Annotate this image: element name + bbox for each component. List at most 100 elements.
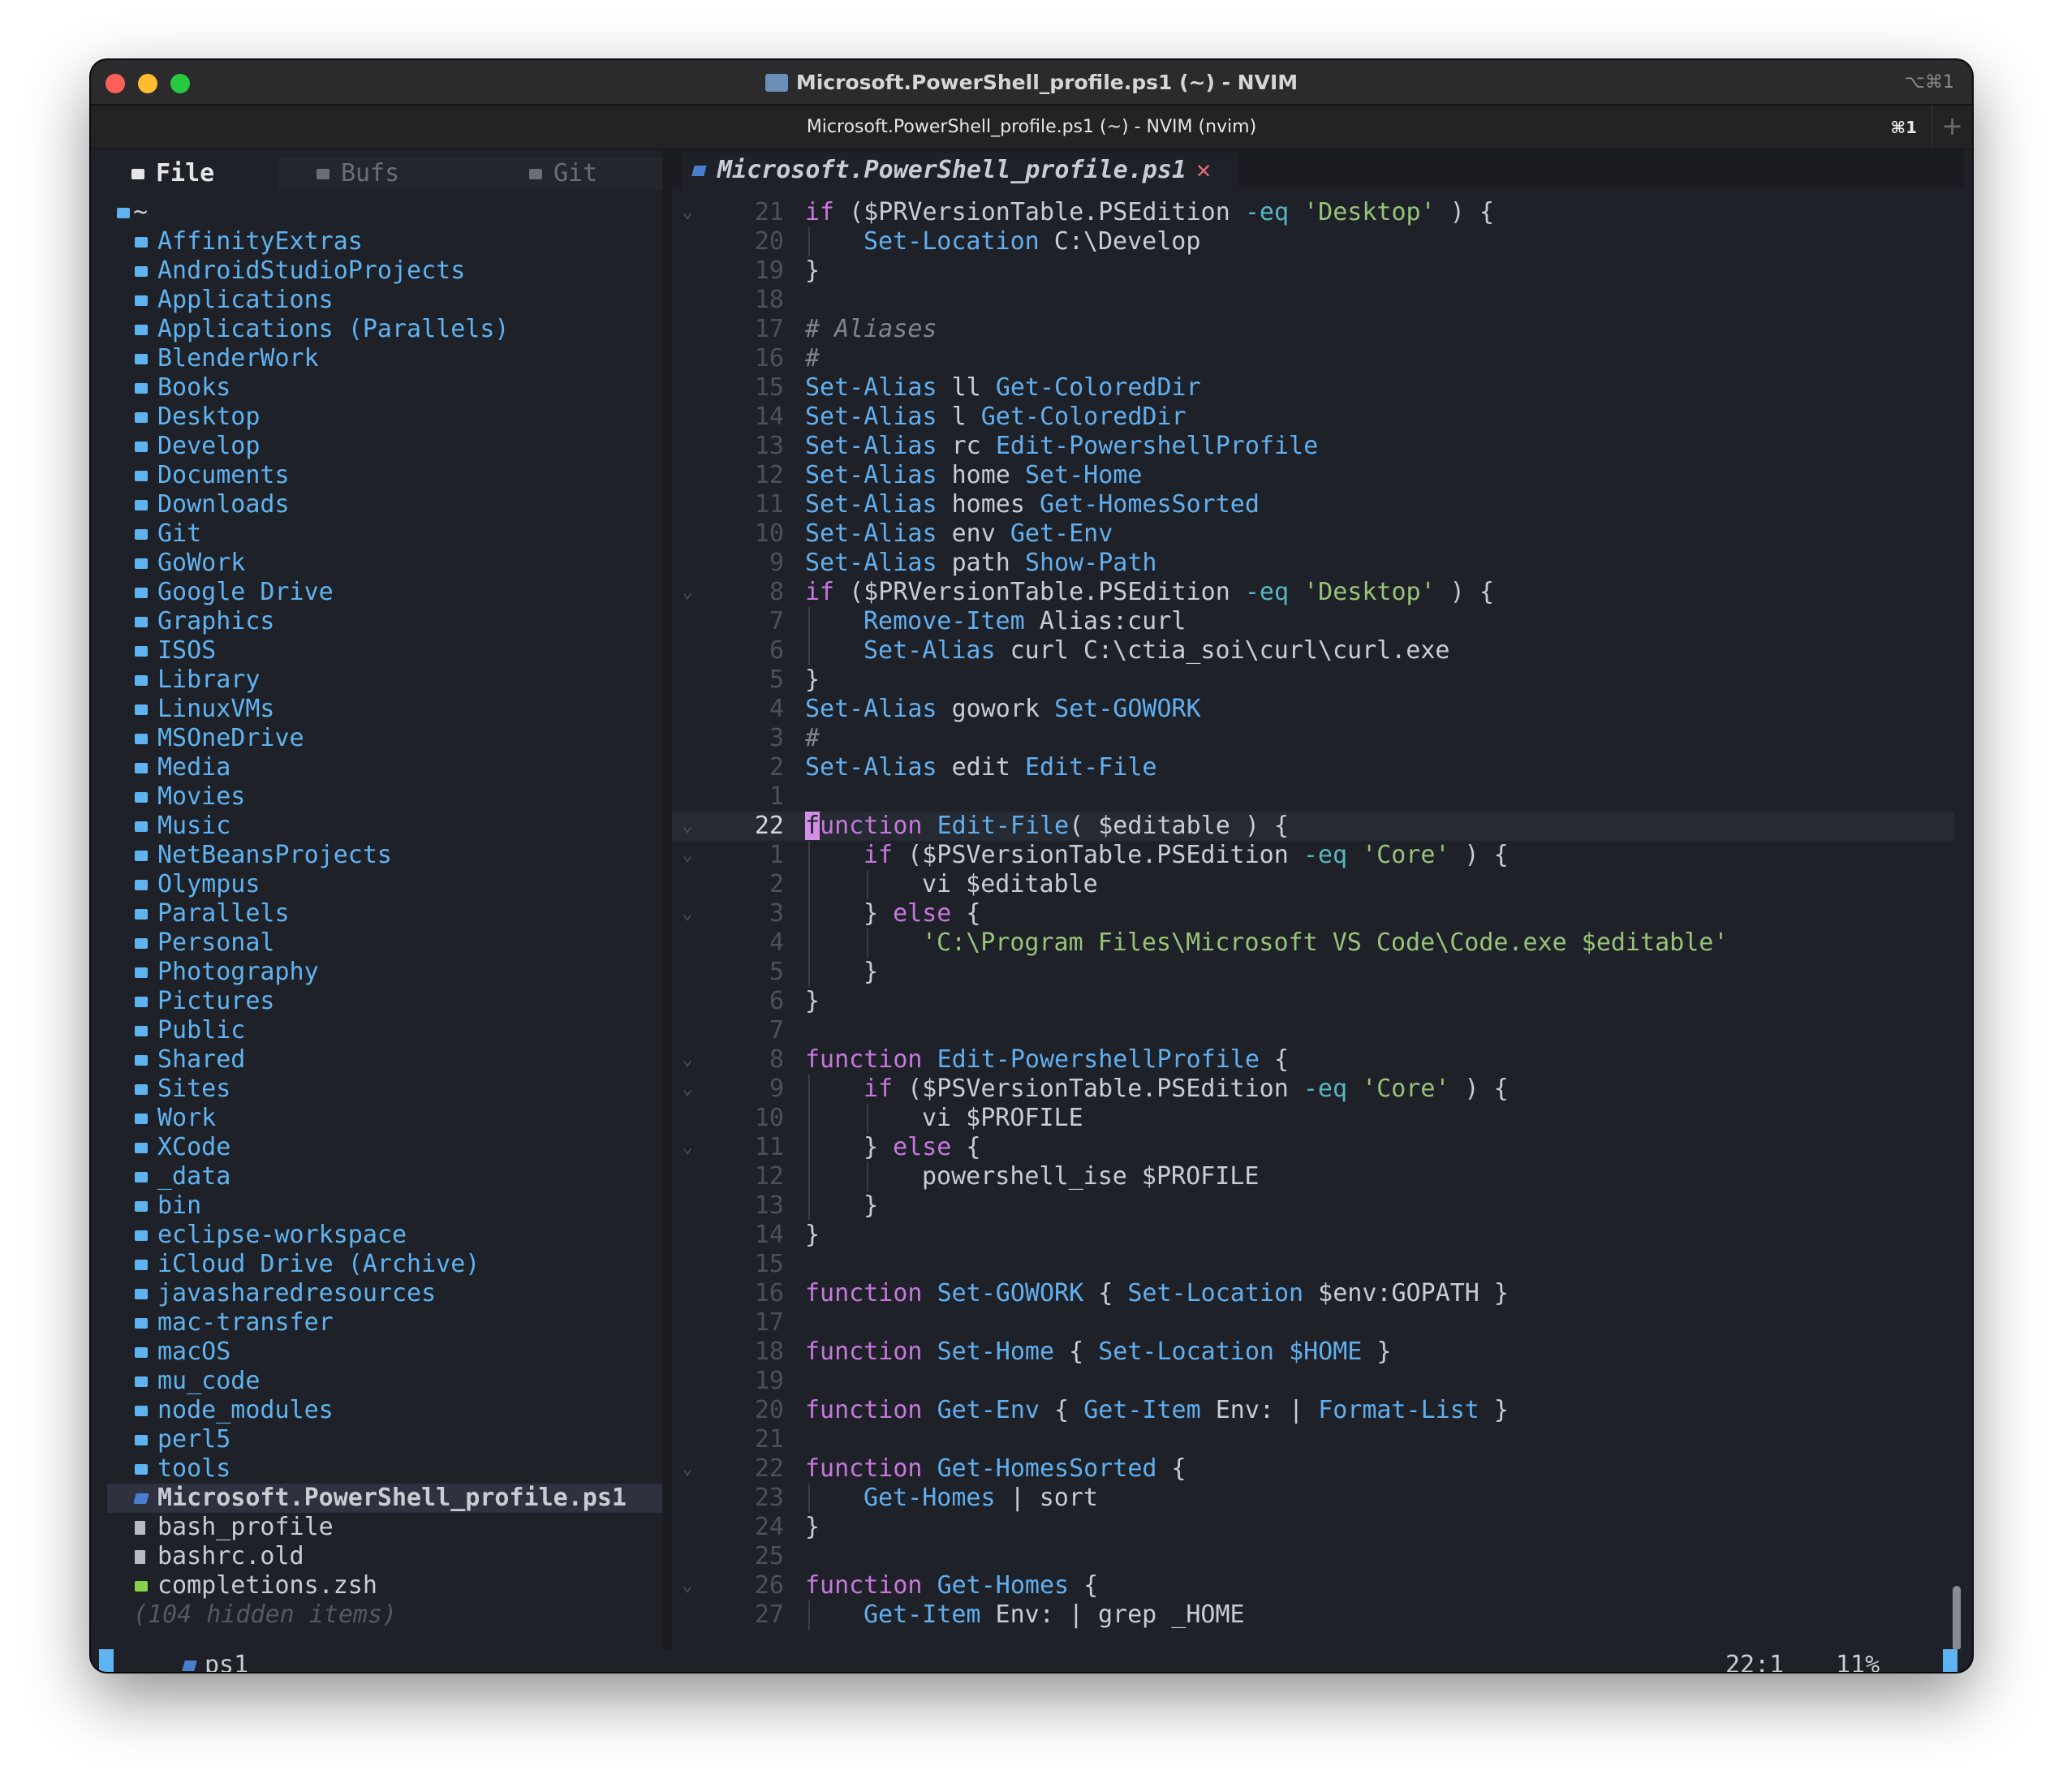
code-line[interactable]: 10 Set-Alias env Get-Env bbox=[672, 519, 1954, 549]
tree-dir-item[interactable]: bin bbox=[107, 1191, 662, 1221]
tree-dir-item[interactable]: XCode bbox=[107, 1133, 662, 1162]
code-line[interactable]: 19 bbox=[672, 1367, 1954, 1396]
tree-file-item-selected[interactable]: Microsoft.PowerShell_profile.ps1 bbox=[107, 1484, 662, 1513]
code-line[interactable]: 14 Set-Alias l Get-ColoredDir bbox=[672, 403, 1954, 432]
tree-file-item[interactable]: bash_profile bbox=[107, 1513, 662, 1542]
tree-dir-item[interactable]: Photography bbox=[107, 958, 662, 987]
tree-dir-item[interactable]: Graphics bbox=[107, 607, 662, 636]
code-line[interactable]: 21 bbox=[672, 1425, 1954, 1454]
scrollbar[interactable] bbox=[1953, 1586, 1961, 1651]
tree-dir-item[interactable]: Downloads bbox=[107, 490, 662, 519]
code-line[interactable]: 20 function Get-Env { Get-Item Env: | For… bbox=[672, 1396, 1954, 1425]
new-tab-button[interactable]: + bbox=[1932, 106, 1972, 149]
code-line[interactable]: 15 Set-Alias ll Get-ColoredDir bbox=[672, 373, 1954, 403]
code-line[interactable]: 6 Set-Alias curl C:\ctia_soi\curl\curl.ex… bbox=[672, 636, 1954, 666]
code-line[interactable]: 23 Get-Homes | sort bbox=[672, 1484, 1954, 1513]
code-area[interactable]: ⌄ 21 if ($PRVersionTable.PSEdition -eq 'De… bbox=[672, 198, 1954, 1630]
tree-dir-item[interactable]: Movies bbox=[107, 782, 662, 812]
fold-chevron-icon[interactable]: ⌄ bbox=[675, 1454, 700, 1484]
code-line[interactable]: 24} bbox=[672, 1513, 1954, 1542]
tree-dir-item[interactable]: Olympus bbox=[107, 870, 662, 899]
code-line[interactable]: ⌄ 21 if ($PRVersionTable.PSEdition -eq 'De… bbox=[672, 198, 1954, 227]
current-code-line[interactable]: ⌄ 22 function Edit-File( $editable ) { bbox=[672, 812, 1954, 841]
code-line[interactable]: 5} bbox=[672, 666, 1954, 695]
code-line[interactable]: 20 Set-Location C:\Develop bbox=[672, 227, 1954, 256]
tree-dir-item[interactable]: Applications bbox=[107, 286, 662, 315]
tree-dir-item[interactable]: GoWork bbox=[107, 549, 662, 578]
tree-dir-item[interactable]: ISOS bbox=[107, 636, 662, 666]
tree-dir-item[interactable]: Library bbox=[107, 666, 662, 695]
window-divider[interactable] bbox=[662, 149, 672, 1672]
tree-dir-item[interactable]: mac-transfer bbox=[107, 1308, 662, 1338]
tree-dir-item[interactable]: AndroidStudioProjects bbox=[107, 256, 662, 286]
tree-file-item[interactable]: bashrc.old bbox=[107, 1542, 662, 1571]
code-line[interactable]: 5} bbox=[672, 958, 1954, 987]
tree-dir-item[interactable]: Applications (Parallels) bbox=[107, 315, 662, 344]
code-line[interactable]: 4 Set-Alias gowork Set-GOWORK bbox=[672, 695, 1954, 724]
tree-dir-item[interactable]: LinuxVMs bbox=[107, 695, 662, 724]
code-line[interactable]: 12 powershell_ise $PROFILE bbox=[672, 1162, 1954, 1191]
fold-chevron-icon[interactable]: ⌄ bbox=[675, 812, 700, 841]
fold-chevron-icon[interactable]: ⌄ bbox=[675, 198, 700, 227]
tree-dir-item[interactable]: Sites bbox=[107, 1075, 662, 1104]
fold-chevron-icon[interactable]: ⌄ bbox=[675, 1045, 700, 1075]
code-line[interactable]: 17 bbox=[672, 1308, 1954, 1338]
sidebar-tab-git[interactable]: Git bbox=[480, 157, 662, 190]
tree-root[interactable]: ~ bbox=[107, 198, 662, 227]
code-line[interactable]: 15 bbox=[672, 1250, 1954, 1279]
sidebar-tab-bufs[interactable]: Bufs bbox=[278, 157, 480, 190]
code-line[interactable]: ⌄ 8 if ($PRVersionTable.PSEdition -eq 'Des… bbox=[672, 578, 1954, 607]
tree-dir-item[interactable]: Books bbox=[107, 373, 662, 403]
tree-dir-item[interactable]: Work bbox=[107, 1104, 662, 1133]
code-line[interactable]: 17 # Aliases bbox=[672, 315, 1954, 344]
tree-dir-item[interactable]: NetBeansProjects bbox=[107, 841, 662, 870]
code-line[interactable]: 18 bbox=[672, 286, 1954, 315]
code-line[interactable]: ⌄ 9 if ($PSVersionTable.PSEdition -eq 'Cor… bbox=[672, 1075, 1954, 1104]
fold-chevron-icon[interactable]: ⌄ bbox=[675, 1133, 700, 1162]
code-line[interactable]: ⌄ 1 if ($PSVersionTable.PSEdition -eq 'Cor… bbox=[672, 841, 1954, 870]
terminal-tab[interactable]: Microsoft.PowerShell_profile.ps1 (~) - N… bbox=[91, 106, 1972, 149]
code-line[interactable]: 14} bbox=[672, 1221, 1954, 1250]
code-line[interactable]: 16 # bbox=[672, 344, 1954, 373]
code-line[interactable]: ⌄ 8 function Edit-PowershellProfile { bbox=[672, 1045, 1954, 1075]
fold-chevron-icon[interactable]: ⌄ bbox=[675, 578, 700, 607]
code-line[interactable]: 1 bbox=[672, 782, 1954, 812]
tree-dir-item[interactable]: Music bbox=[107, 812, 662, 841]
code-line[interactable]: 16 function Set-GOWORK { Set-Location $en… bbox=[672, 1279, 1954, 1308]
fold-chevron-icon[interactable]: ⌄ bbox=[675, 1075, 700, 1104]
tree-dir-item[interactable]: Desktop bbox=[107, 403, 662, 432]
tree-dir-item[interactable]: Shared bbox=[107, 1045, 662, 1075]
code-line[interactable]: 13} bbox=[672, 1191, 1954, 1221]
tree-dir-item[interactable]: Documents bbox=[107, 461, 662, 490]
code-line[interactable]: 19} bbox=[672, 256, 1954, 286]
code-line[interactable]: ⌄ 22 function Get-HomesSorted { bbox=[672, 1454, 1954, 1484]
close-icon[interactable]: ✕ bbox=[1196, 156, 1211, 184]
tree-dir-item[interactable]: eclipse-workspace bbox=[107, 1221, 662, 1250]
tree-dir-item[interactable]: Personal bbox=[107, 928, 662, 958]
tree-dir-item[interactable]: node_modules bbox=[107, 1396, 662, 1425]
tree-dir-item[interactable]: mu_code bbox=[107, 1367, 662, 1396]
tree-dir-item[interactable]: Develop bbox=[107, 432, 662, 461]
code-line[interactable]: 27 Get-Item Env: | grep _HOME bbox=[672, 1600, 1954, 1630]
code-line[interactable]: 25 bbox=[672, 1542, 1954, 1571]
tree-dir-item[interactable]: Parallels bbox=[107, 899, 662, 928]
tree-dir-item[interactable]: Pictures bbox=[107, 987, 662, 1016]
tree-dir-item[interactable]: BlenderWork bbox=[107, 344, 662, 373]
buffer-tab[interactable]: Microsoft.PowerShell_profile.ps1 ✕ bbox=[682, 153, 1239, 188]
tree-file-item[interactable]: completions.zsh bbox=[107, 1571, 662, 1600]
code-line[interactable]: 3 # bbox=[672, 724, 1954, 753]
code-line[interactable]: 18 function Set-Home { Set-Location $HOME… bbox=[672, 1338, 1954, 1367]
code-line[interactable]: 13 Set-Alias rc Edit-PowershellProfile bbox=[672, 432, 1954, 461]
tree-dir-item[interactable]: Media bbox=[107, 753, 662, 782]
fold-chevron-icon[interactable]: ⌄ bbox=[675, 899, 700, 928]
fold-chevron-icon[interactable]: ⌄ bbox=[675, 1571, 700, 1600]
code-line[interactable]: 4 'C:\Program Files\Microsoft VS Code\Cod… bbox=[672, 928, 1954, 958]
code-line[interactable]: ⌄ 11} else { bbox=[672, 1133, 1954, 1162]
code-line[interactable]: 11 Set-Alias homes Get-HomesSorted bbox=[672, 490, 1954, 519]
code-line[interactable]: 7 Remove-Item Alias:curl bbox=[672, 607, 1954, 636]
code-line[interactable]: 12 Set-Alias home Set-Home bbox=[672, 461, 1954, 490]
code-line[interactable]: 9 Set-Alias path Show-Path bbox=[672, 549, 1954, 578]
code-line[interactable]: 7 bbox=[672, 1016, 1954, 1045]
fold-chevron-icon[interactable]: ⌄ bbox=[675, 841, 700, 870]
tree-dir-item[interactable]: tools bbox=[107, 1454, 662, 1484]
